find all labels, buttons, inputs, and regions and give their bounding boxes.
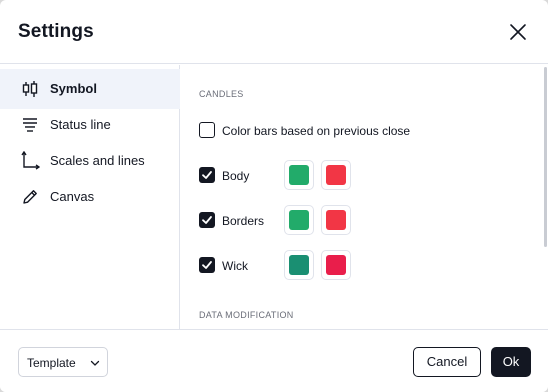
cancel-button[interactable]: Cancel <box>413 347 481 377</box>
body-row: Body <box>199 160 399 190</box>
ok-button[interactable]: Ok <box>491 347 531 377</box>
dialog-title: Settings <box>18 21 94 42</box>
swatch-fill <box>326 165 346 185</box>
color-bars-option[interactable]: Color bars based on previous close <box>199 115 499 145</box>
wick-label: Wick <box>222 259 248 273</box>
borders-down-color-swatch[interactable] <box>321 205 351 235</box>
scrollbar-thumb[interactable] <box>544 67 547 247</box>
checkmark-icon <box>202 171 212 179</box>
pencil-icon <box>20 187 40 207</box>
body-checkbox[interactable] <box>199 167 215 183</box>
sidebar-item-label: Canvas <box>50 189 95 204</box>
chevron-down-icon <box>90 360 100 366</box>
wick-down-color-swatch[interactable] <box>321 250 351 280</box>
settings-dialog: Settings Symbol Status line Scales and l… <box>0 0 548 392</box>
candlestick-icon <box>20 79 40 99</box>
wick-up-color-swatch[interactable] <box>284 250 314 280</box>
borders-row: Borders <box>199 205 399 235</box>
sidebar-item-label: Symbol <box>50 81 97 96</box>
body-up-color-swatch[interactable] <box>284 160 314 190</box>
sidebar-item-label: Status line <box>50 117 111 132</box>
swatch-fill <box>326 255 346 275</box>
sidebar-item-label: Scales and lines <box>50 153 145 168</box>
swatch-fill <box>326 210 346 230</box>
template-dropdown[interactable]: Template <box>18 347 108 377</box>
swatch-fill <box>289 210 309 230</box>
content-scrollbar[interactable] <box>544 65 547 329</box>
template-label: Template <box>27 356 76 370</box>
swatch-fill <box>289 165 309 185</box>
close-icon <box>510 24 526 40</box>
swatch-fill <box>289 255 309 275</box>
sidebar-item-symbol[interactable]: Symbol <box>0 69 180 109</box>
dialog-header: Settings <box>0 0 548 64</box>
candles-section-title: CANDLES <box>199 89 244 99</box>
close-button[interactable] <box>504 18 532 46</box>
color-bars-checkbox[interactable] <box>199 122 215 138</box>
color-bars-label: Color bars based on previous close <box>222 124 411 138</box>
body-label: Body <box>222 169 250 183</box>
body-down-color-swatch[interactable] <box>321 160 351 190</box>
wick-row: Wick <box>199 250 399 280</box>
borders-label: Borders <box>222 214 265 228</box>
wick-checkbox[interactable] <box>199 257 215 273</box>
data-modification-section-title: DATA MODIFICATION <box>199 310 294 320</box>
borders-checkbox[interactable] <box>199 212 215 228</box>
settings-content: CANDLES Color bars based on previous clo… <box>181 65 541 329</box>
dialog-footer: Template Cancel Ok <box>0 329 548 392</box>
checkmark-icon <box>202 261 212 269</box>
borders-up-color-swatch[interactable] <box>284 205 314 235</box>
scales-icon <box>20 151 40 171</box>
status-line-icon <box>20 115 40 135</box>
sidebar-item-status-line[interactable]: Status line <box>0 105 180 145</box>
sidebar-item-canvas[interactable]: Canvas <box>0 177 180 217</box>
checkmark-icon <box>202 216 212 224</box>
sidebar-item-scales-and-lines[interactable]: Scales and lines <box>0 141 180 181</box>
settings-sidebar: Symbol Status line Scales and lines Canv… <box>0 65 180 329</box>
